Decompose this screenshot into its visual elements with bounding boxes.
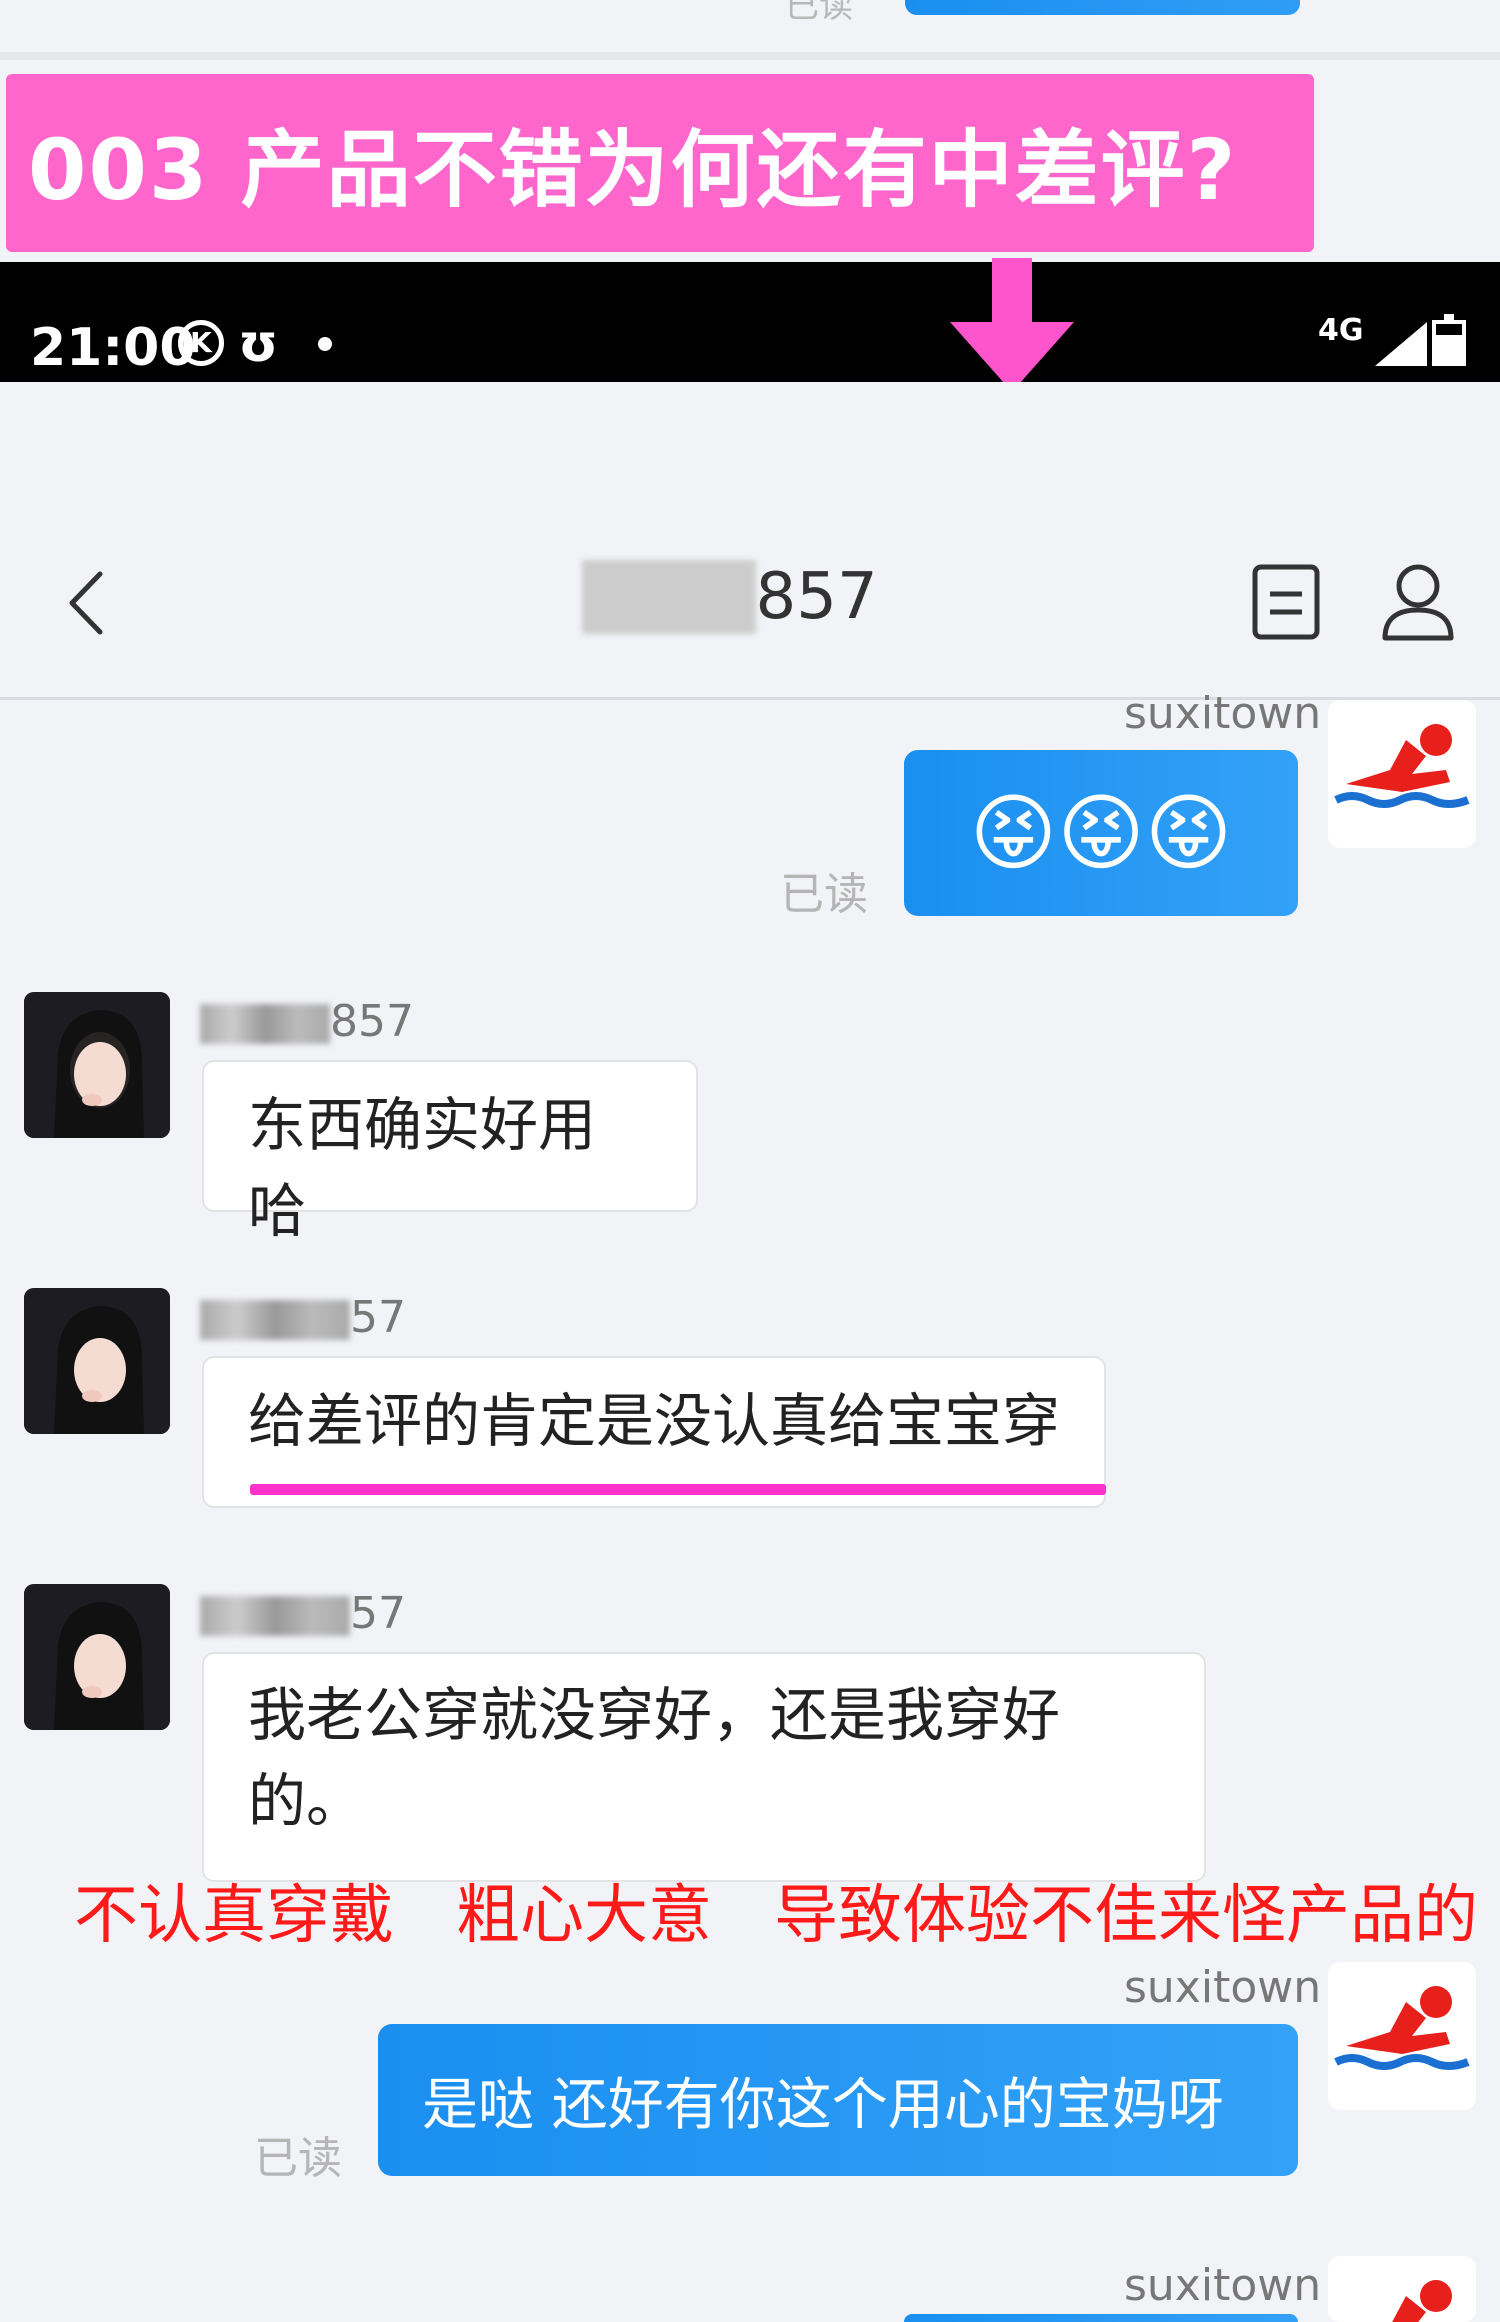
- message-bubble[interactable]: 是哒 还好有你这个用心的宝妈呀: [378, 2024, 1298, 2176]
- red-annotation: 不认真穿戴 粗心大意 导致体验不佳来怪产品的: [74, 1864, 1478, 1956]
- sender-name: suxitown: [1124, 1962, 1322, 2013]
- previous-bubble: [905, 0, 1300, 15]
- user-icon[interactable]: [1380, 560, 1456, 642]
- annotation-part: 粗心大意: [456, 1879, 712, 1953]
- title-banner: 003 产品不错为何还有中差评?: [6, 74, 1314, 252]
- customer-photo: [24, 1584, 170, 1730]
- customer-photo: [24, 992, 170, 1138]
- arrow-down-icon: [950, 258, 1074, 392]
- sender-name: 57: [200, 1588, 406, 1639]
- message-bubble[interactable]: 我老公穿就没穿好，还是我穿好 的。: [202, 1652, 1206, 1882]
- swimmer-avatar[interactable]: [1328, 1962, 1476, 2110]
- message-bubble[interactable]: 东西确实好用哈: [202, 1060, 698, 1245]
- swimmer-avatar[interactable]: [1328, 2256, 1476, 2322]
- sender-name: suxitown: [1124, 688, 1322, 739]
- chat-header: [0, 382, 1500, 700]
- battery-icon: [1432, 314, 1466, 366]
- read-label: 已读: [254, 2133, 342, 2184]
- customer-avatar[interactable]: [24, 1584, 170, 1730]
- emoji-message-bubble[interactable]: 😝😝😝: [904, 750, 1298, 916]
- more-notifications-dot-icon: [318, 337, 332, 351]
- customer-avatar[interactable]: [24, 992, 170, 1138]
- document-icon[interactable]: [1250, 562, 1322, 642]
- signal-icon: [1375, 322, 1427, 366]
- swimmer-logo-icon: [1334, 724, 1470, 808]
- sender-name: suxitown: [1124, 2260, 1322, 2311]
- swimmer-logo-icon: [1334, 1986, 1470, 2070]
- notification-icon: ʊ: [238, 314, 279, 374]
- chat-title: lz611857: [582, 560, 922, 634]
- message-line: 我老公穿就没穿好，还是我穿好: [248, 1681, 1061, 1749]
- network-type-label: 4G: [1318, 313, 1364, 348]
- read-label: 已读: [785, 0, 853, 26]
- sender-name: 857: [200, 996, 414, 1047]
- title-suffix: 857: [755, 560, 878, 634]
- previous-message-strip: 已读: [0, 0, 1500, 66]
- blurred-username: lz611: [582, 560, 756, 634]
- message-line: 的。: [248, 1767, 365, 1835]
- customer-photo: [24, 1288, 170, 1434]
- banner-text: 003 产品不错为何还有中差评?: [28, 120, 1238, 219]
- status-bar: [0, 262, 1500, 382]
- annotation-part: 导致体验不佳来怪产品的: [774, 1879, 1478, 1953]
- divider: [0, 52, 1500, 60]
- customer-avatar[interactable]: [24, 1288, 170, 1434]
- read-label: 已读: [780, 869, 868, 920]
- highlight-underline: [250, 1484, 1106, 1495]
- swimmer-logo-icon: [1392, 2280, 1452, 2322]
- message-bubble[interactable]: [904, 2314, 1298, 2322]
- k-icon: K: [178, 320, 224, 366]
- annotation-part: 不认真穿戴: [74, 1879, 394, 1953]
- chevron-left-icon[interactable]: [64, 568, 110, 638]
- swimmer-avatar[interactable]: [1328, 700, 1476, 848]
- status-time: 21:00: [30, 318, 196, 378]
- sender-name: 57: [200, 1292, 406, 1343]
